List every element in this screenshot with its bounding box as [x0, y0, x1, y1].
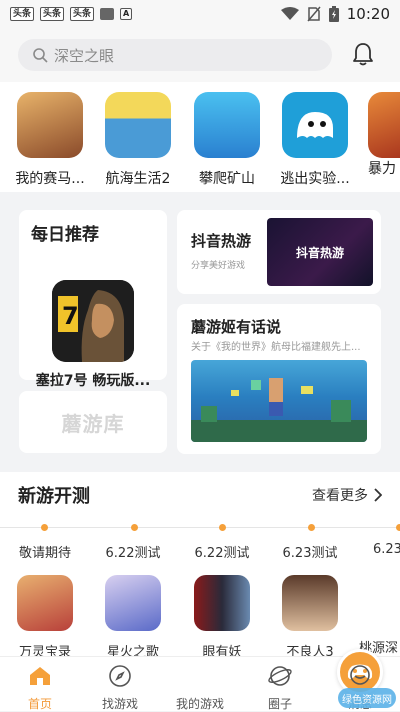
search-icon — [33, 48, 48, 63]
tab-label: 首页 — [27, 697, 52, 711]
douyin-banner: 抖音热游 — [267, 218, 373, 286]
mogu-title: 蘑游姬有话说 — [191, 318, 282, 336]
planet-icon — [268, 666, 292, 686]
new-games-title: 新游开测 — [18, 486, 90, 507]
mogu-logo: 蘑游库 — [61, 411, 125, 436]
mogu-subtitle: 关于《我的世界》航母比福建舰先上... — [191, 342, 361, 353]
douyin-hot-card[interactable]: 抖音热游 分享美好游戏 抖音热游 — [177, 210, 381, 294]
game-icon — [105, 575, 161, 631]
new-game-item[interactable]: 6.23测试 不良人3 — [265, 542, 355, 660]
featured-cards: 每日推荐 7 塞拉7号 畅玩版... 蘑游库 抖音热游 分享美好游戏 抖音热游 … — [0, 192, 400, 462]
message-icon — [350, 665, 370, 685]
test-date-label: 6.22测试 — [194, 546, 250, 561]
tab-home[interactable]: 首页 — [0, 663, 80, 712]
tab-my-games[interactable]: 我的游戏 — [160, 649, 383, 712]
game-item[interactable]: 我的赛马... — [15, 92, 85, 188]
battery-charging-icon — [328, 6, 339, 22]
horse-rider-icon — [17, 92, 83, 158]
fighter-icon — [368, 92, 400, 158]
timeline-dot — [308, 524, 315, 531]
game-name: 攀爬矿山 — [199, 171, 255, 187]
timeline-dot — [219, 524, 226, 531]
daily-title: 每日推荐 — [31, 225, 99, 245]
chevron-right-icon — [374, 488, 382, 502]
timeline-line — [0, 527, 400, 528]
new-game-item[interactable]: 6.23 桃源深 — [353, 542, 400, 656]
no-sim-icon — [307, 6, 321, 22]
tab-label: 找游戏 — [101, 697, 138, 711]
daily-game-name: 塞拉7号 畅玩版... — [35, 373, 151, 389]
timeline-dot — [396, 524, 400, 531]
douyin-banner-text: 抖音热游 — [295, 245, 344, 260]
daily-badge: 7 — [62, 302, 79, 330]
fisherman-icon — [105, 92, 171, 158]
game-item[interactable]: 航海生活2 — [103, 92, 173, 188]
home-icon — [30, 667, 50, 685]
test-date-label: 敬请期待 — [18, 546, 71, 561]
status-bar: 头条 头条 头条 A 10:20 — [0, 0, 400, 28]
watermark-logo: 绿色资源网 — [338, 688, 396, 708]
toutiao-notification-icon: 头条 — [40, 7, 65, 21]
view-more-label: 查看更多 — [312, 488, 368, 504]
toutiao-notification-icon: 头条 — [70, 7, 95, 21]
new-game-item[interactable]: 敬请期待 万灵宝录 — [0, 542, 90, 660]
test-date-label: 6.23 — [373, 542, 400, 557]
timeline-dot — [131, 524, 138, 531]
game-item[interactable]: 攀爬矿山 — [192, 92, 262, 188]
recommended-games-strip: 我的赛马... 航海生活2 攀爬矿山 逃出实验... 暴力 — [0, 82, 400, 192]
minecraft-underwater-image — [191, 360, 367, 442]
daily-game-icon: 7 — [52, 280, 134, 362]
bell-icon — [353, 43, 373, 66]
douyin-title: 抖音热游 — [191, 232, 252, 250]
compass-icon — [109, 665, 131, 687]
search-placeholder: 深空之眼 — [54, 46, 115, 65]
notification-button[interactable] — [352, 42, 374, 70]
timeline-dot — [41, 524, 48, 531]
toutiao-notification-icon: 头条 — [10, 7, 35, 21]
new-games-header: 新游开测 查看更多 — [0, 472, 400, 518]
clock: 10:20 — [346, 5, 390, 23]
search-input[interactable]: 深空之眼 — [18, 39, 332, 71]
new-game-item[interactable]: 6.22测试 星火之歌 — [88, 542, 178, 660]
tab-circle[interactable]: 圈子 — [240, 663, 320, 712]
view-more-button[interactable]: 查看更多 — [312, 485, 382, 505]
wifi-icon — [280, 7, 299, 20]
climber-icon — [194, 92, 260, 158]
game-name: 暴力 — [368, 161, 396, 177]
tab-label: 圈子 — [267, 697, 292, 711]
game-icon — [371, 571, 400, 627]
test-date-label: 6.23测试 — [282, 546, 338, 561]
game-name: 我的赛马... — [15, 171, 85, 187]
ghost-icon — [282, 92, 348, 158]
game-icon — [17, 575, 73, 631]
game-name: 逃出实验... — [280, 171, 350, 187]
game-item[interactable]: 逃出实验... — [280, 92, 350, 188]
new-game-item[interactable]: 6.22测试 眼有妖 — [177, 542, 267, 660]
game-icon — [282, 575, 338, 631]
header: 深空之眼 — [0, 28, 400, 82]
tab-label: 我的游戏 — [175, 697, 224, 711]
mogu-talk-card[interactable]: 蘑游姬有话说 关于《我的世界》航母比福建舰先上... — [177, 304, 381, 454]
mogu-logo-card[interactable]: 蘑游库 — [19, 391, 167, 453]
tab-find-games[interactable]: 找游戏 — [80, 663, 160, 712]
daily-recommend-card[interactable]: 每日推荐 7 塞拉7号 畅玩版... — [19, 210, 167, 389]
game-icon — [194, 575, 250, 631]
douyin-subtitle: 分享美好游戏 — [191, 261, 246, 271]
test-date-label: 6.22测试 — [105, 546, 161, 561]
image-notification-icon — [100, 8, 115, 20]
new-games-timeline: 敬请期待 万灵宝录 6.22测试 星火之歌 6.22测试 眼有妖 6.23测试 … — [0, 518, 400, 660]
font-notification-icon: A — [120, 8, 133, 20]
game-item[interactable]: 暴力 — [368, 92, 400, 178]
game-name: 航海生活2 — [105, 171, 171, 187]
